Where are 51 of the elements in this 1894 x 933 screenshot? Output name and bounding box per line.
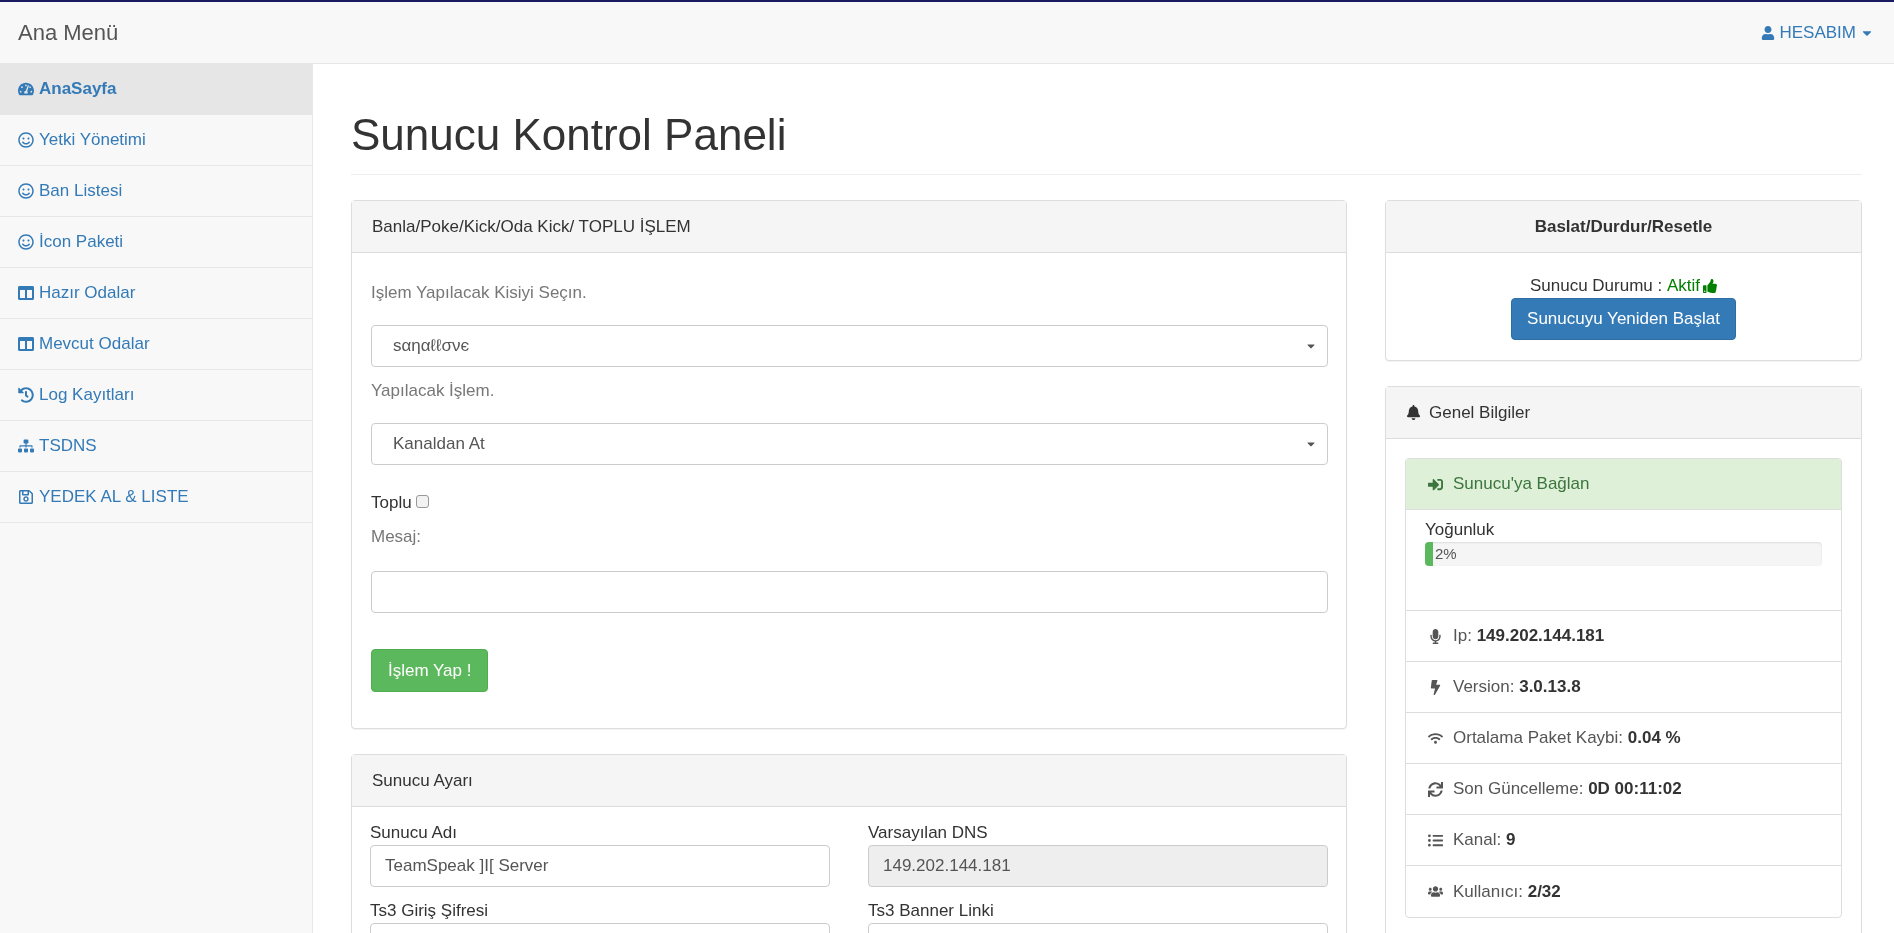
field-label: Sunucu Adı (370, 823, 458, 843)
wifi-icon (1428, 730, 1443, 746)
panel-title: Banla/Poke/Kick/Oda Kick/ TOPLU İŞLEM (372, 216, 691, 237)
action-select[interactable]: Kanaldan At (371, 423, 1328, 465)
panel-title: Genel Bilgiler (1429, 402, 1531, 423)
panel-title: Baslat/Durdur/Resetle (1534, 216, 1713, 237)
info-text: Kanal: 9 (1453, 830, 1516, 850)
field-label: Varsayılan DNS (868, 823, 989, 843)
field-label: Işlem Yapılacak Kisiyi Seçın. (371, 283, 588, 303)
user-icon (1761, 25, 1776, 40)
field-label: Yapılacak İşlem. (371, 381, 496, 401)
panel-title: Sunucu Ayarı (372, 770, 473, 791)
restart-button[interactable]: Sunucuyu Yeniden Başlat (1511, 298, 1736, 340)
history-icon (18, 387, 34, 403)
field-label: Ts3 Giriş Şifresi (370, 901, 490, 921)
columns-icon (18, 285, 34, 301)
submit-button[interactable]: İşlem Yap ! (371, 649, 489, 692)
thumbs-up-icon (1703, 279, 1718, 293)
load-label: Yoğunluk (1425, 520, 1496, 540)
users-icon (1428, 884, 1443, 899)
sitemap-icon (18, 438, 34, 454)
smiley-icon (18, 183, 34, 199)
smiley-icon (18, 234, 34, 250)
text-input[interactable]: TeamSpeak ]I[ Server (370, 845, 830, 887)
brand-title[interactable]: Ana Menü (18, 19, 119, 46)
field-label: Ts3 Banner Linki (868, 901, 995, 921)
page-title: Sunucu Kontrol Paneli (351, 110, 1862, 175)
checkbox-label: Toplu (371, 493, 412, 513)
list-icon (1428, 832, 1443, 848)
account-menu[interactable]: HESABIM (1761, 22, 1874, 43)
info-text: Kullanıcı: 2/32 (1453, 881, 1561, 902)
info-text: Ortalama Paket Kaybi: 0.04 % (1453, 728, 1681, 748)
message-input[interactable] (371, 571, 1328, 613)
dashboard-icon (18, 81, 34, 97)
bell-icon (1406, 405, 1421, 420)
smiley-icon (18, 132, 34, 148)
refresh-icon (1428, 781, 1443, 797)
connect-link[interactable]: Sunucu'ya Bağlan (1406, 459, 1841, 510)
microphone-icon (1428, 628, 1443, 644)
load-reading: 2% (1435, 545, 1457, 563)
info-text: Version: 3.0.13.8 (1453, 677, 1581, 697)
checkbox[interactable] (415, 495, 429, 508)
user-select[interactable]: sαηαℓℓσνє (371, 325, 1328, 367)
bolt-icon (1428, 679, 1443, 695)
server-status: Sunucu Durumu : Aktif (1529, 276, 1718, 296)
info-text: Son Güncelleme: 0D 00:11:02 (1453, 779, 1682, 799)
sidebar-item[interactable]: AnaSayfa (0, 64, 312, 115)
columns-icon (18, 336, 34, 352)
info-text: Ip: 149.202.144.181 (1453, 626, 1605, 646)
sign-in-icon (1428, 476, 1443, 492)
field-label: Mesaj: (371, 527, 423, 547)
